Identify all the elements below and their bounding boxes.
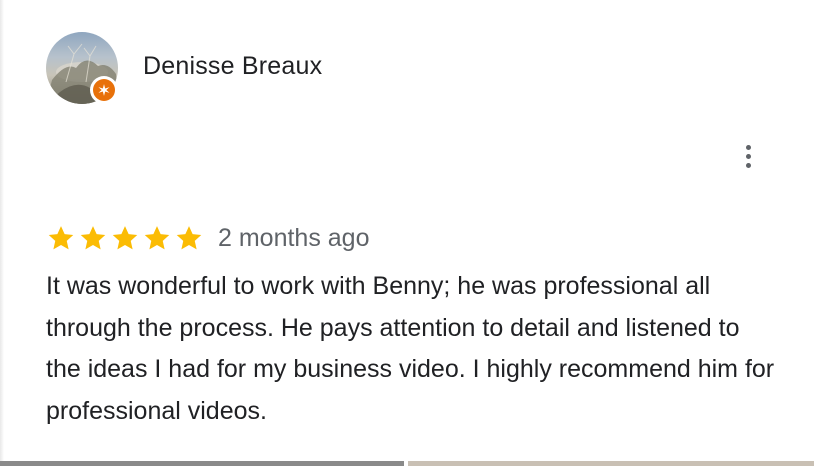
more-options-button[interactable] [732, 140, 764, 172]
star-icon [80, 226, 106, 250]
more-vert-icon-dot [745, 162, 751, 168]
review-photo-left[interactable] [0, 461, 404, 466]
local-guide-badge [90, 76, 118, 104]
more-vert-icon-dot [745, 153, 751, 159]
reviewer-name[interactable]: Denisse Breaux [143, 52, 322, 81]
star-icon [176, 226, 202, 250]
star-icon [144, 226, 170, 250]
more-vert-icon [745, 144, 751, 150]
reviewer-avatar-container[interactable] [46, 32, 118, 104]
star-icon [112, 226, 138, 250]
rating-row: 2 months ago [46, 220, 370, 256]
review-date: 2 months ago [218, 223, 370, 252]
photo-strip [0, 461, 814, 466]
review-card: Denisse Breaux 2 months ago It was wonde… [0, 0, 814, 466]
review-photo-right[interactable] [408, 461, 814, 466]
star-rating [46, 223, 204, 253]
star-icon [48, 226, 74, 250]
review-text: It was wonderful to work with Benny; he … [46, 272, 775, 425]
local-guide-star-icon [93, 79, 115, 101]
